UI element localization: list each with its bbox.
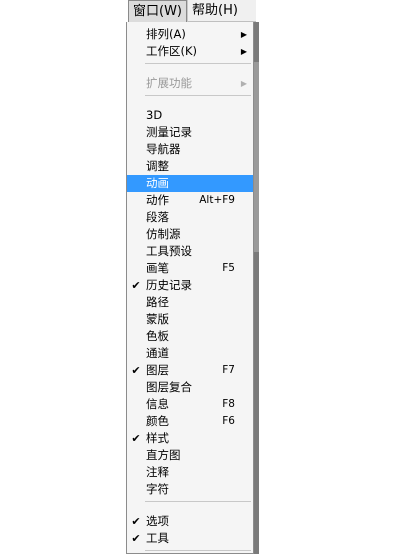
menu-item-panel[interactable]: 动画 xyxy=(127,175,253,192)
menu-separator xyxy=(145,550,251,551)
menu-item-label: 导航器 xyxy=(146,142,181,156)
menu-item-panel[interactable]: 字符 xyxy=(127,481,253,498)
menu-item-label: 通道 xyxy=(146,346,169,360)
menu-item-panel[interactable]: 仿制源 xyxy=(127,226,253,243)
menu-item-panel[interactable]: 信息 F8 xyxy=(127,396,253,413)
menu-item-panel[interactable]: ✔ 图层 F7 xyxy=(127,362,253,379)
window-menu-dropdown: 排列(A) ▶ 工作区(K) ▶ 扩展功能 ▶ 3D 测量记录导航器调整动画动作 A… xyxy=(126,22,254,554)
menu-item-panel[interactable]: 色板 xyxy=(127,328,253,345)
menu-item-shortcut: F7 xyxy=(222,364,235,376)
submenu-arrow-icon: ▶ xyxy=(240,79,247,88)
menu-item-arrange[interactable]: 排列(A) ▶ xyxy=(127,26,253,43)
menu-item-label: 扩展功能 xyxy=(146,76,192,90)
checkmark-icon: ✔ xyxy=(131,515,141,528)
menu-item-label: 3D xyxy=(146,108,163,122)
menu-item-label: 测量记录 xyxy=(146,125,192,139)
menu-item-panel[interactable]: 图层复合 xyxy=(127,379,253,396)
menu-item-shortcut: F6 xyxy=(222,415,235,427)
menu-item-label: 样式 xyxy=(146,431,169,445)
menu-item-workspace[interactable]: 工作区(K) ▶ xyxy=(127,43,253,60)
menu-item-panel[interactable]: 调整 xyxy=(127,158,253,175)
menu-separator xyxy=(145,95,251,96)
menu-item-label: 历史记录 xyxy=(146,278,192,292)
menu-item-label: 信息 xyxy=(146,397,169,411)
menu-item-panel[interactable]: 路径 xyxy=(127,294,253,311)
menu-item-label: 调整 xyxy=(146,159,169,173)
menu-item-panel[interactable]: 3D xyxy=(127,107,253,124)
menu-item-panel[interactable]: 颜色 F6 xyxy=(127,413,253,430)
menu-item-shortcut: F8 xyxy=(222,398,235,410)
option-items: ✔ 选项 ✔ 工具 xyxy=(127,513,253,547)
menu-item-label: 动作 xyxy=(146,193,169,207)
menu-item-label: 蒙版 xyxy=(146,312,169,326)
menu-item-label: 直方图 xyxy=(146,448,181,462)
submenu-arrow-icon: ▶ xyxy=(240,47,247,56)
menu-item-option[interactable]: ✔ 选项 xyxy=(127,513,253,530)
submenu-arrow-icon: ▶ xyxy=(240,30,247,39)
menu-item-panel[interactable]: 段落 xyxy=(127,209,253,226)
menu-item-shortcut: Alt+F9 xyxy=(199,194,235,206)
checkmark-icon: ✔ xyxy=(131,532,141,545)
menu-item-label: 工作区(K) xyxy=(146,44,198,58)
menu-item-shortcut: F5 xyxy=(222,262,235,274)
menu-item-panel[interactable]: 工具预设 xyxy=(127,243,253,260)
menu-item-label: 动画 xyxy=(146,176,169,190)
checkmark-icon: ✔ xyxy=(131,364,141,377)
menu-bar: 窗口(W) 帮助(H) xyxy=(128,0,256,22)
menu-item-label: 颜色 xyxy=(146,414,169,428)
menu-item-option[interactable]: ✔ 工具 xyxy=(127,530,253,547)
menu-item-label: 选项 xyxy=(146,514,169,528)
menu-item-label: 工具 xyxy=(146,531,169,545)
menu-item-panel[interactable]: 画笔 F5 xyxy=(127,260,253,277)
menu-separator xyxy=(145,63,251,64)
menu-item-label: 画笔 xyxy=(146,261,169,275)
menu-window[interactable]: 窗口(W) xyxy=(128,0,187,22)
menu-separator xyxy=(145,501,251,502)
menu-item-label: 图层 xyxy=(146,363,169,377)
menu-item-label: 段落 xyxy=(146,210,169,224)
menu-item-label: 图层复合 xyxy=(146,380,192,394)
menu-item-panel[interactable]: 测量记录 xyxy=(127,124,253,141)
menu-item-label: 色板 xyxy=(146,329,169,343)
menu-item-label: 工具预设 xyxy=(146,244,192,258)
menu-help[interactable]: 帮助(H) xyxy=(187,0,242,22)
menu-item-panel[interactable]: 动作 Alt+F9 xyxy=(127,192,253,209)
menu-item-label: 注释 xyxy=(146,465,169,479)
checkmark-icon: ✔ xyxy=(131,279,141,292)
panel-items: 3D 测量记录导航器调整动画动作 Alt+F9 段落仿制源工具预设画笔 F5 ✔ 历史记录路… xyxy=(127,107,253,498)
menu-item-panel[interactable]: ✔ 样式 xyxy=(127,430,253,447)
menu-item-label: 路径 xyxy=(146,295,169,309)
menu-item-panel[interactable]: ✔ 历史记录 xyxy=(127,277,253,294)
menu-item-extensions: 扩展功能 ▶ xyxy=(127,75,253,92)
menu-item-panel[interactable]: 注释 xyxy=(127,464,253,481)
menu-item-label: 排列(A) xyxy=(146,27,186,41)
menu-item-panel[interactable]: 蒙版 xyxy=(127,311,253,328)
menu-item-panel[interactable]: 直方图 xyxy=(127,447,253,464)
menu-item-label: 字符 xyxy=(146,482,169,496)
menu-item-label: 仿制源 xyxy=(146,227,181,241)
checkmark-icon: ✔ xyxy=(131,432,141,445)
menu-item-panel[interactable]: 导航器 xyxy=(127,141,253,158)
menu-item-panel[interactable]: 通道 xyxy=(127,345,253,362)
